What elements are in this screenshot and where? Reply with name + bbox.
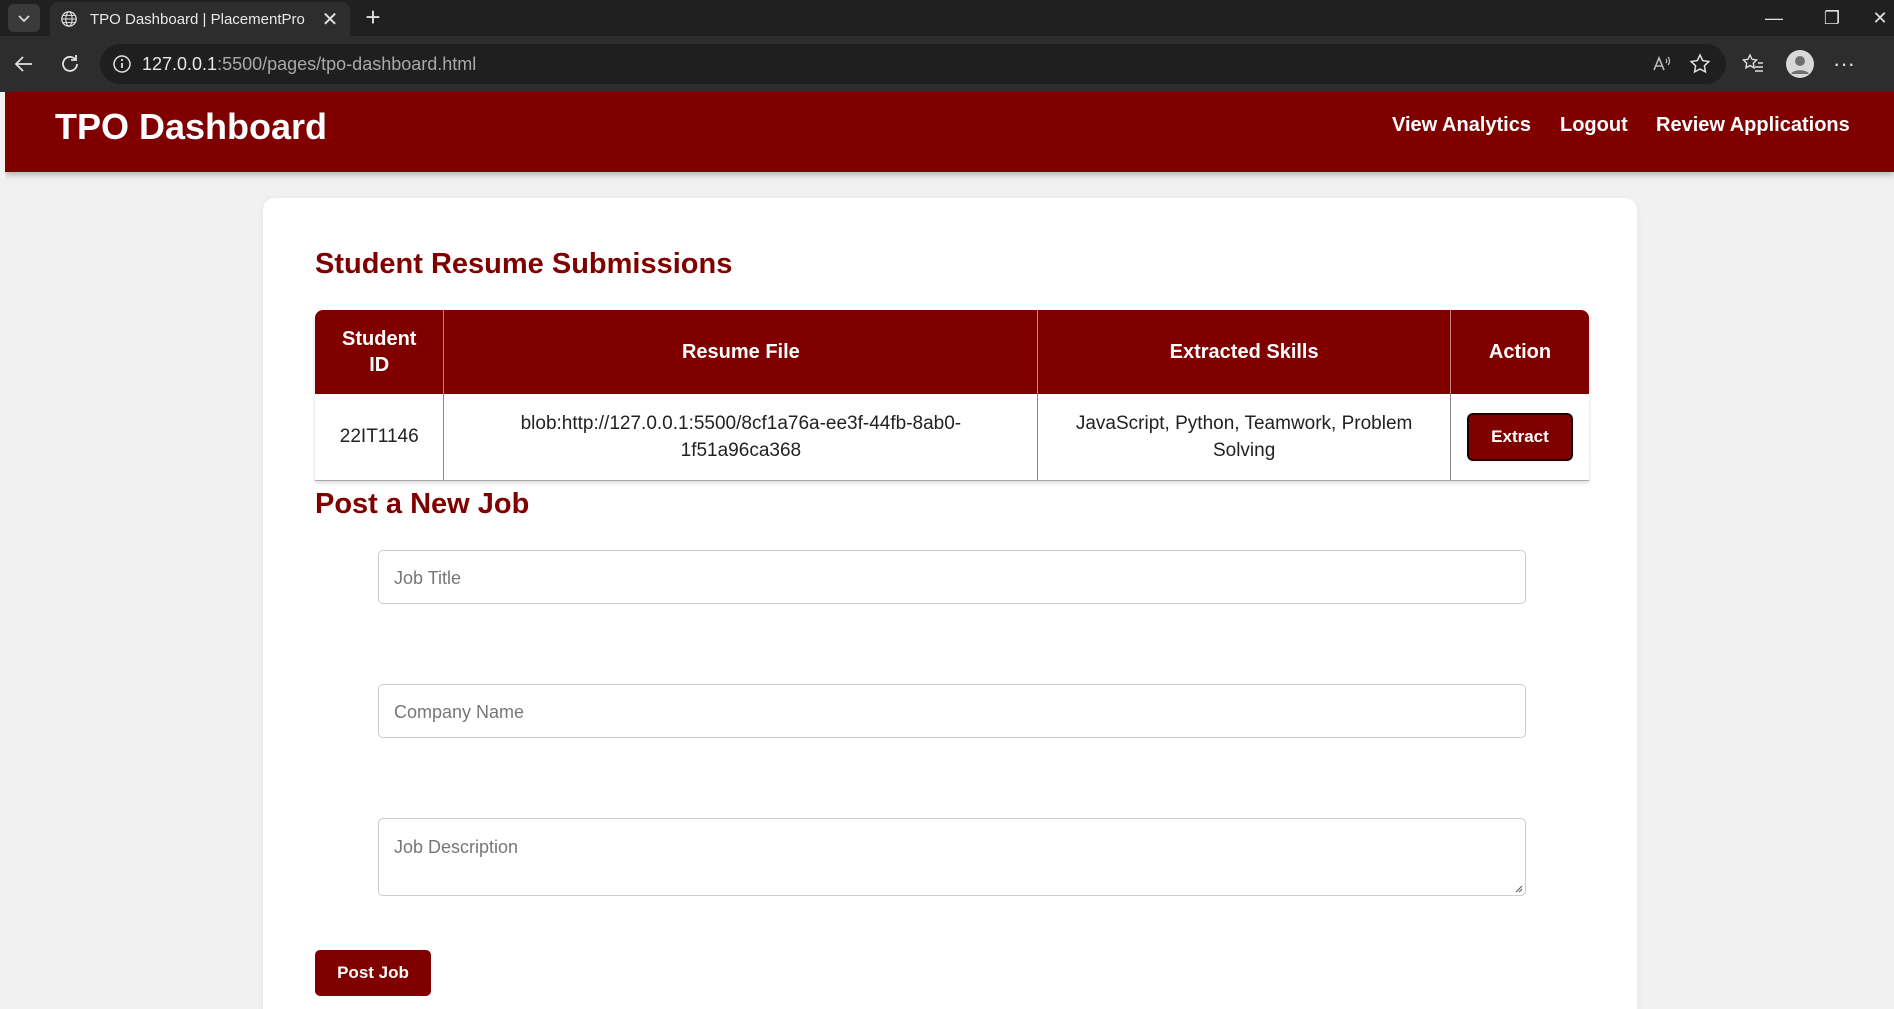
close-window-icon[interactable]: ✕ <box>1860 4 1894 32</box>
favorite-button[interactable] <box>1682 46 1718 82</box>
post-job-button[interactable]: Post Job <box>315 950 431 996</box>
nav-view-analytics[interactable]: View Analytics <box>1392 114 1531 137</box>
tab-list-button[interactable] <box>8 4 40 32</box>
more-options-icon[interactable]: ··· <box>1826 48 1862 80</box>
column-header-action: Action <box>1450 310 1589 394</box>
job-description-textarea[interactable]: Job Description <box>378 818 1526 896</box>
favorites-button[interactable] <box>1735 48 1771 80</box>
skills-cell: JavaScript, Python, Teamwork, Problem So… <box>1037 394 1451 481</box>
company-name-input[interactable]: Company Name <box>378 684 1526 738</box>
avatar-icon <box>1786 50 1814 78</box>
restore-icon[interactable]: ❐ <box>1812 4 1852 32</box>
back-button[interactable] <box>8 48 40 80</box>
url-text: 127.0.0.1:5500/pages/tpo-dashboard.html <box>142 54 476 75</box>
url-host: 127.0.0.1 <box>142 53 218 74</box>
dashboard-card: Student Resume Submissions Student ID Re… <box>263 198 1637 1009</box>
student-id-cell: 22IT1146 <box>315 394 445 481</box>
chevron-down-icon <box>18 15 30 23</box>
browser-tab[interactable]: TPO Dashboard | PlacementPro ✕ <box>50 2 350 36</box>
minimize-icon[interactable]: — <box>1754 4 1794 32</box>
page-title: TPO Dashboard <box>55 106 328 147</box>
page-viewport: TPO Dashboard View Analytics Logout Revi… <box>5 92 1894 1009</box>
resume-section-title: Student Resume Submissions <box>315 248 733 280</box>
resize-handle-icon[interactable] <box>1513 883 1523 893</box>
table-row: 22IT1146 blob:http://127.0.0.1:5500/8cf1… <box>315 394 1589 481</box>
tab-title: TPO Dashboard | PlacementPro <box>90 10 305 28</box>
close-tab-icon[interactable]: ✕ <box>320 7 340 32</box>
reload-icon <box>62 55 78 72</box>
browser-toolbar: 127.0.0.1:5500/pages/tpo-dashboard.html … <box>0 36 1894 92</box>
url-path: :5500/pages/tpo-dashboard.html <box>217 53 477 74</box>
extract-button[interactable]: Extract <box>1466 412 1573 461</box>
globe-icon <box>61 11 77 27</box>
reload-button[interactable] <box>54 48 86 80</box>
job-description-placeholder: Job Description <box>394 837 519 857</box>
post-job-section-title: Post a New Job <box>315 488 530 520</box>
table-header-row: Student ID Resume File Extracted Skills … <box>315 310 1589 394</box>
read-aloud-icon <box>1653 55 1671 71</box>
nav-review-applications[interactable]: Review Applications <box>1656 114 1850 137</box>
favorites-list-icon <box>1741 53 1763 72</box>
column-header-student-id: Student ID <box>315 310 445 394</box>
nav-logout[interactable]: Logout <box>1560 114 1628 137</box>
column-header-skills: Extracted Skills <box>1037 310 1451 394</box>
new-tab-button[interactable]: + <box>358 2 388 32</box>
job-title-input[interactable]: Job Title <box>378 550 1526 604</box>
resume-file-cell: blob:http://127.0.0.1:5500/8cf1a76a-ee3f… <box>443 394 1039 481</box>
profile-button[interactable] <box>1782 48 1818 80</box>
action-cell: Extract <box>1450 394 1589 481</box>
browser-tab-bar: TPO Dashboard | PlacementPro ✕ + — ❐ ✕ <box>0 0 1894 36</box>
back-arrow-icon <box>14 56 32 72</box>
info-icon[interactable] <box>112 54 132 74</box>
read-aloud-button[interactable] <box>1644 46 1680 82</box>
column-header-resume-file: Resume File <box>443 310 1039 394</box>
address-bar[interactable]: 127.0.0.1:5500/pages/tpo-dashboard.html <box>100 44 1726 84</box>
site-header: TPO Dashboard View Analytics Logout Revi… <box>5 92 1894 172</box>
star-icon <box>1689 53 1711 74</box>
resume-table: Student ID Resume File Extracted Skills … <box>315 310 1589 481</box>
